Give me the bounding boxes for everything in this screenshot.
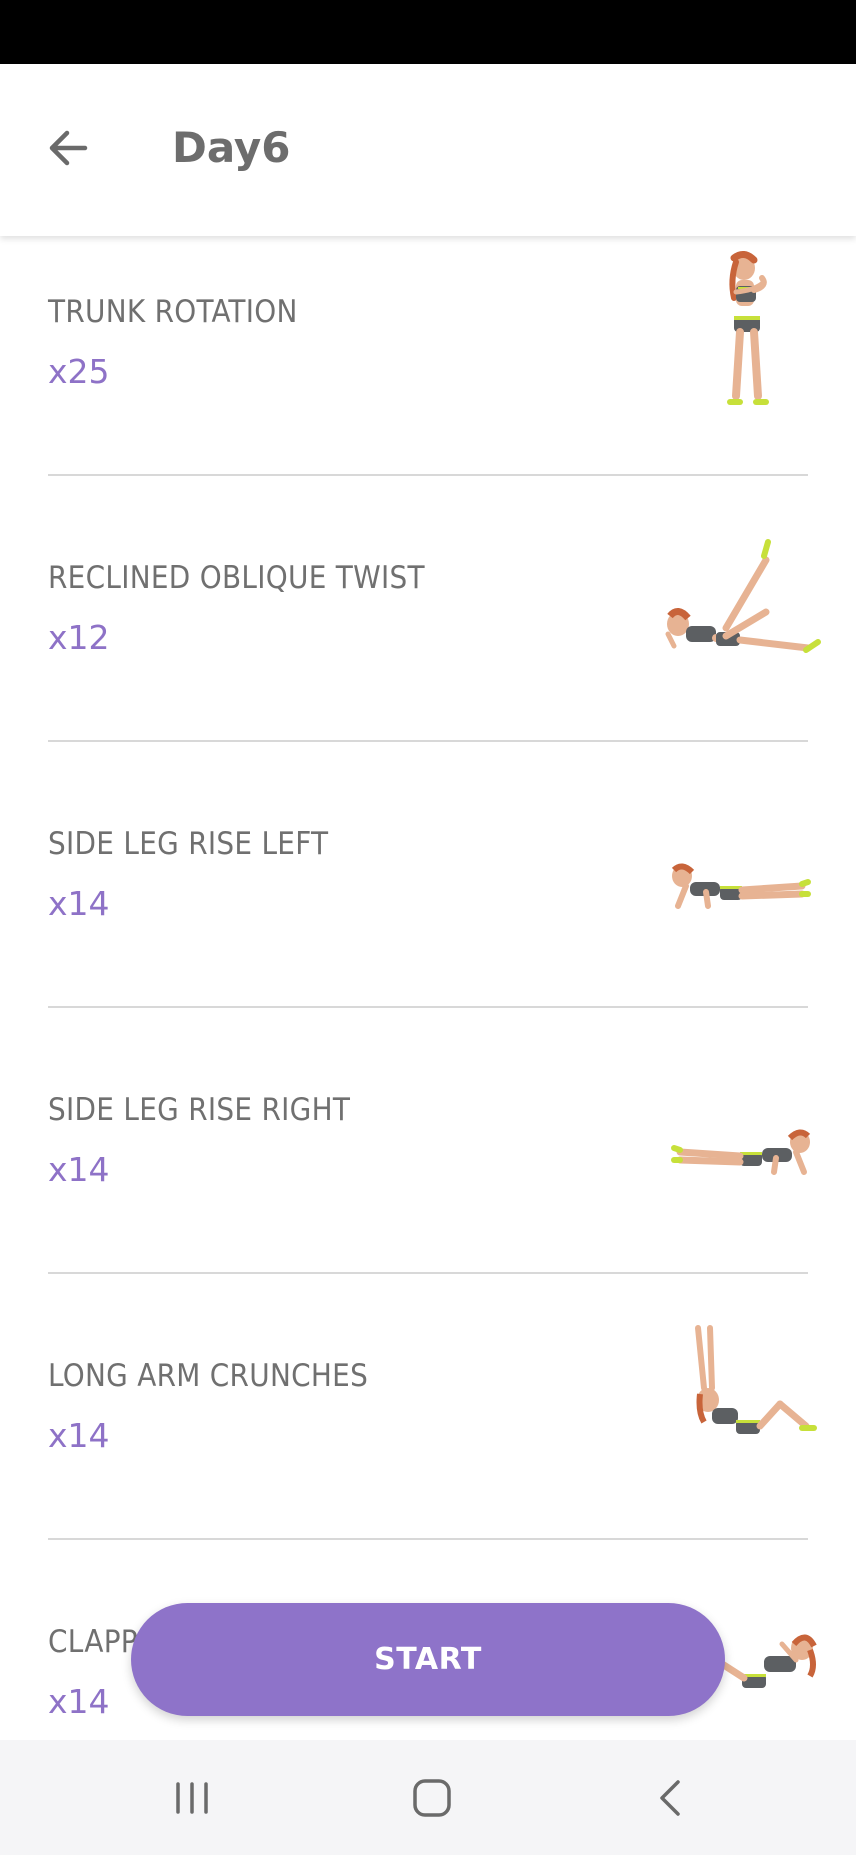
recent-apps-icon: [176, 1782, 208, 1814]
exercise-illustration: [671, 863, 811, 909]
exercise-reps: x25: [48, 352, 110, 391]
exercise-name: SIDE LEG RISE RIGHT: [48, 1092, 351, 1128]
exercise-name: TRUNK ROTATION: [48, 294, 298, 330]
exercise-item[interactable]: RECLINED OBLIQUE TWIST x12: [0, 476, 856, 742]
nav-back-button[interactable]: [632, 1762, 712, 1834]
page-title: Day6: [172, 123, 291, 172]
exercise-illustration: [727, 251, 769, 405]
exercise-reps: x12: [48, 618, 110, 657]
exercise-name: RECLINED OBLIQUE TWIST: [48, 560, 425, 596]
app-bar: Day6: [0, 64, 856, 236]
arrow-left-icon: [49, 130, 88, 166]
home-icon: [413, 1779, 451, 1817]
exercise-item[interactable]: LONG ARM CRUNCHES x14: [0, 1274, 856, 1540]
exercise-name: LONG ARM CRUNCHES: [48, 1358, 369, 1394]
exercise-reps: x14: [48, 884, 110, 923]
exercise-reps: x14: [48, 1682, 110, 1721]
system-nav-bar: [0, 1740, 856, 1855]
exercise-illustration: [695, 1325, 817, 1434]
home-button[interactable]: [392, 1762, 472, 1834]
exercise-item[interactable]: SIDE LEG RISE LEFT x14: [0, 742, 856, 1008]
exercise-list[interactable]: TRUNK ROTATION x25 RECLINED OBLIQUE TWIS…: [0, 236, 856, 1738]
exercise-name: SIDE LEG RISE LEFT: [48, 826, 329, 862]
exercise-reps: x14: [48, 1150, 110, 1189]
recent-apps-button[interactable]: [152, 1762, 232, 1834]
status-bar: [0, 0, 856, 64]
nav-back-icon: [660, 1780, 680, 1816]
exercise-illustration: [665, 539, 821, 653]
exercise-item[interactable]: TRUNK ROTATION x25: [0, 236, 856, 476]
exercise-item[interactable]: SIDE LEG RISE RIGHT x14: [0, 1008, 856, 1274]
start-button[interactable]: START: [131, 1603, 725, 1716]
exercise-illustration: [671, 1129, 811, 1175]
back-button[interactable]: [36, 116, 100, 180]
exercise-reps: x14: [48, 1416, 110, 1455]
